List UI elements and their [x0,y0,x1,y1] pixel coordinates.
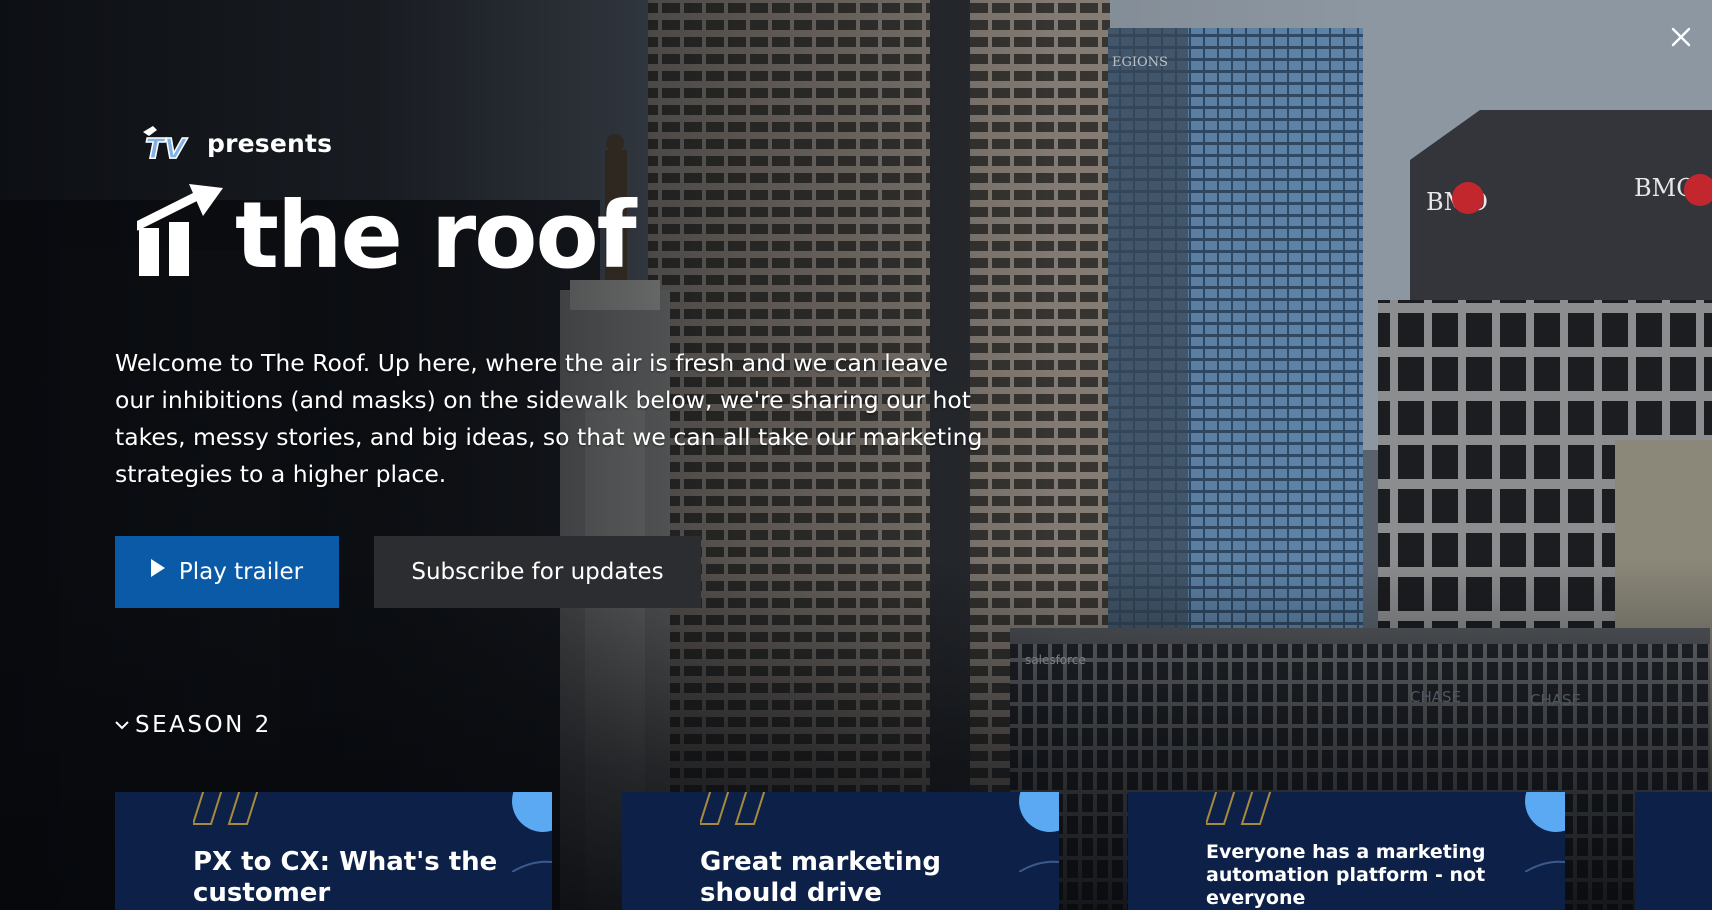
close-button[interactable] [1664,20,1698,54]
network-logo-text: TV [145,132,188,164]
arc-decoration [1019,860,1059,872]
season-toggle[interactable]: SEASON 2 [115,709,272,741]
show-description: Welcome to The Roof. Up here, where the … [115,349,983,488]
subscribe-label: Subscribe for updates [411,559,664,585]
episode-title: PX to CX: What's the customer [193,847,498,908]
show-logo: the roof [137,178,637,282]
presents-label: presents [207,128,333,158]
sign-chase-1: CHASE [1410,688,1461,706]
episode-card[interactable]: PX to CX: What's the customer [115,792,552,910]
presents-row: TV presents [139,122,332,164]
episode-title: Everyone has a marketing automation plat… [1206,841,1486,909]
quote-icon [193,792,259,825]
quote-icon [1206,792,1272,825]
play-icon [150,557,165,583]
play-trailer-label: Play trailer [178,559,304,585]
close-icon [1671,27,1691,47]
corner-accent [1019,792,1059,832]
sign-egions: EGIONS [1112,55,1168,70]
chevron-down-icon [115,721,129,730]
network-logo: TV [143,126,189,164]
quote-icon [700,792,766,825]
arc-decoration [1525,860,1565,872]
season-label: SEASON 2 [135,712,272,738]
episode-card[interactable]: Great marketing should drive [622,792,1059,910]
play-trailer-button[interactable]: Play trailer [115,536,339,608]
corner-accent [1525,792,1565,832]
show-title: the roof [235,182,637,289]
sign-chase-2: CHASE [1530,691,1581,709]
sign-salesforce: salesforce [1025,653,1086,667]
episode-title: Great marketing should drive [700,847,941,908]
show-modal: EGIONS BMO BMO salesforce CHASE CHASE 18… [0,0,1712,910]
episode-card[interactable] [1635,792,1712,910]
corner-accent [512,792,552,832]
episode-card[interactable]: Everyone has a marketing automation plat… [1128,792,1565,910]
subscribe-button[interactable]: Subscribe for updates [374,536,701,608]
arrow-up-right-icon [137,184,223,276]
arc-decoration [512,860,552,872]
